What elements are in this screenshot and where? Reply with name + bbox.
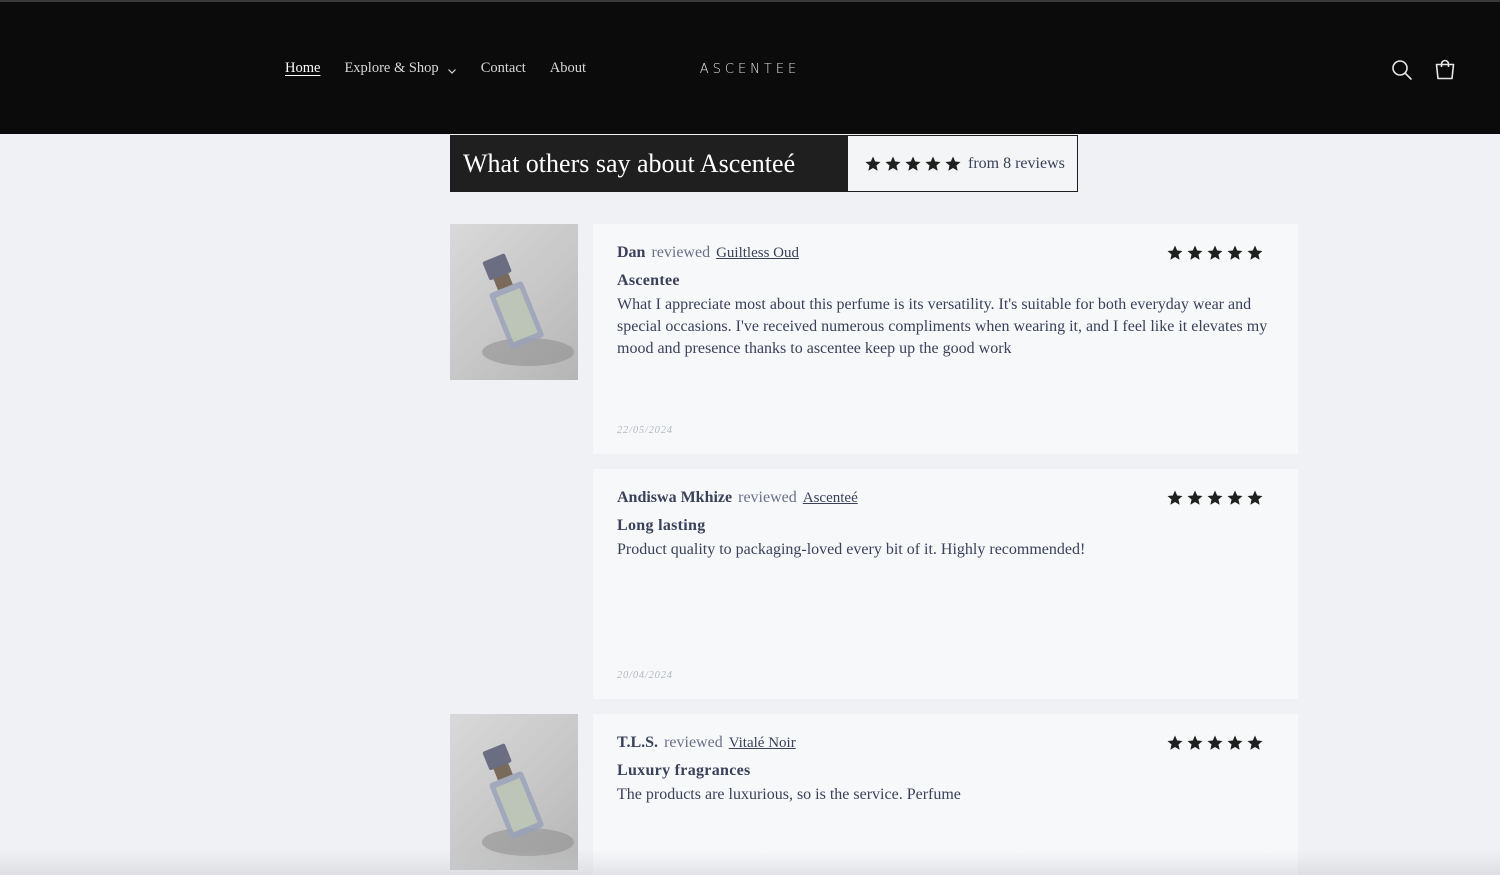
summary-stars: [863, 155, 963, 173]
reviewed-word: reviewed: [738, 489, 797, 506]
review-title: Ascentee: [617, 272, 680, 289]
nav-explore-shop-label: Explore & Shop: [344, 60, 439, 76]
summary-rating[interactable]: from 8 reviews: [848, 136, 1077, 191]
search-icon[interactable]: [1390, 58, 1414, 82]
site-header: Home Explore & Shop Contact About ASCENT…: [0, 0, 1500, 134]
reviewed-product-link[interactable]: Ascenteé: [803, 490, 858, 506]
review-title: Luxury fragrances: [617, 762, 751, 779]
reviewer-name: Dan: [617, 244, 646, 261]
main-nav: Home Explore & Shop Contact About: [285, 60, 610, 77]
review-card: Andiswa Mkhize reviewed Ascenteé Long la…: [593, 469, 1298, 699]
star-icon: [863, 155, 883, 173]
star-icon: [1185, 489, 1205, 507]
star-icon: [903, 155, 923, 173]
review-title: Long lasting: [617, 517, 706, 534]
review-body: Product quality to packaging-loved every…: [617, 541, 1086, 558]
nav-explore-shop-link[interactable]: Explore & Shop: [344, 60, 456, 77]
review-body: What I appreciate most about this perfum…: [617, 296, 1268, 357]
star-icon: [1165, 489, 1185, 507]
nav-about-link[interactable]: About: [550, 60, 586, 77]
star-icon: [943, 155, 963, 173]
review-body: The products are luxurious, so is the se…: [617, 786, 961, 803]
star-icon: [1165, 244, 1185, 262]
star-icon: [1225, 734, 1245, 752]
review-product-image[interactable]: [450, 714, 578, 870]
reviewed-word: reviewed: [651, 244, 711, 261]
star-icon: [1205, 489, 1225, 507]
review-header: Andiswa Mkhize reviewed Ascenteé: [617, 489, 858, 507]
star-icon: [1165, 734, 1185, 752]
review-date: 22/05/2024: [617, 425, 673, 436]
star-icon: [1225, 244, 1245, 262]
review-header: T.L.S. reviewed Vitalé Noir: [617, 734, 796, 752]
review-header: Dan reviewed Guiltless Oud: [617, 244, 799, 262]
chevron-down-icon: [447, 64, 457, 74]
review-count: from 8 reviews: [968, 154, 1065, 172]
review-card: Dan reviewed Guiltless Oud Ascentee What…: [593, 224, 1298, 454]
reviewed-word: reviewed: [664, 734, 723, 751]
perfume-bottle-image: [482, 253, 574, 366]
reviewed-product-link[interactable]: Vitalé Noir: [729, 735, 796, 751]
reviewed-product-link[interactable]: Guiltless Oud: [716, 245, 799, 261]
review-stars: [1165, 734, 1265, 752]
star-icon: [1225, 489, 1245, 507]
review-stars: [1165, 244, 1265, 262]
perfume-bottle-image: [482, 743, 574, 856]
brand-logo[interactable]: ASCENTEE: [700, 62, 801, 77]
star-icon: [1245, 734, 1265, 752]
star-icon: [923, 155, 943, 173]
star-icon: [1245, 244, 1265, 262]
review-stars: [1165, 489, 1265, 507]
nav-contact-link[interactable]: Contact: [481, 60, 526, 77]
reviews-heading: What others say about Ascenteé: [451, 136, 848, 191]
bottom-fade: [0, 850, 1500, 875]
review-date: 20/04/2024: [617, 670, 673, 681]
star-icon: [1185, 734, 1205, 752]
cart-icon[interactable]: [1433, 58, 1457, 82]
star-icon: [1205, 734, 1225, 752]
reviewer-name: Andiswa Mkhize: [617, 489, 733, 506]
nav-home-link[interactable]: Home: [285, 60, 320, 77]
star-icon: [1185, 244, 1205, 262]
reviews-summary: What others say about Ascenteé from 8 re…: [450, 135, 1078, 192]
review-product-image[interactable]: [450, 224, 578, 380]
star-icon: [883, 155, 903, 173]
reviewer-name: T.L.S.: [617, 734, 659, 751]
star-icon: [1245, 489, 1265, 507]
star-icon: [1205, 244, 1225, 262]
